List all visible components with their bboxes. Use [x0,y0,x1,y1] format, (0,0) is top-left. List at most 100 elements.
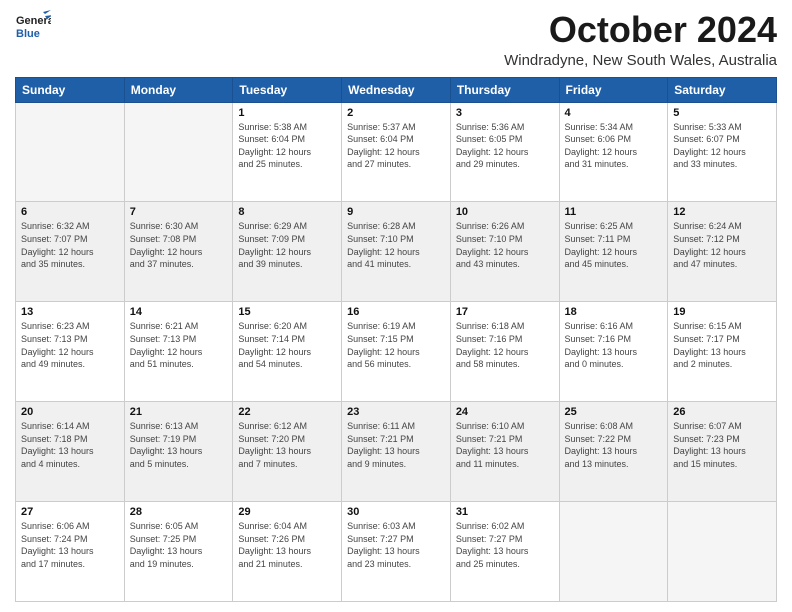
day-number: 26 [673,406,771,418]
logo: General Blue [15,10,51,46]
day-info: Sunrise: 6:20 AMSunset: 7:14 PMDaylight:… [238,320,336,370]
day-info: Sunrise: 6:29 AMSunset: 7:09 PMDaylight:… [238,220,336,270]
day-info: Sunrise: 6:18 AMSunset: 7:16 PMDaylight:… [456,320,554,370]
day-info: Sunrise: 6:06 AMSunset: 7:24 PMDaylight:… [21,520,119,570]
calendar-week-row: 27 Sunrise: 6:06 AMSunset: 7:24 PMDayligh… [16,502,777,602]
table-row: 4 Sunrise: 5:34 AMSunset: 6:06 PMDaylight… [559,102,668,202]
table-row: 21 Sunrise: 6:13 AMSunset: 7:19 PMDayligh… [124,402,233,502]
day-number: 13 [21,306,119,318]
day-info: Sunrise: 6:04 AMSunset: 7:26 PMDaylight:… [238,520,336,570]
table-row: 28 Sunrise: 6:05 AMSunset: 7:25 PMDayligh… [124,502,233,602]
day-info: Sunrise: 6:03 AMSunset: 7:27 PMDaylight:… [347,520,445,570]
location-title: Windradyne, New South Wales, Australia [504,52,777,69]
day-number: 30 [347,506,445,518]
table-row: 23 Sunrise: 6:11 AMSunset: 7:21 PMDayligh… [342,402,451,502]
table-row: 8Sunrise: 6:29 AMSunset: 7:09 PMDaylight… [233,202,342,302]
day-info: Sunrise: 6:26 AMSunset: 7:10 PMDaylight:… [456,220,554,270]
day-number: 9 [347,206,445,218]
table-row: 25 Sunrise: 6:08 AMSunset: 7:22 PMDayligh… [559,402,668,502]
day-info: Sunrise: 6:21 AMSunset: 7:13 PMDaylight:… [130,320,228,370]
table-row: 17 Sunrise: 6:18 AMSunset: 7:16 PMDayligh… [450,302,559,402]
table-row: 9 Sunrise: 6:28 AMSunset: 7:10 PMDaylight… [342,202,451,302]
day-number: 4 [565,107,663,119]
day-number: 20 [21,406,119,418]
header: General Blue October 2024 Windradyne, Ne… [15,10,777,69]
day-info: Sunrise: 6:30 AMSunset: 7:08 PMDaylight:… [130,220,228,270]
day-number: 16 [347,306,445,318]
table-row: 1 Sunrise: 5:38 AMSunset: 6:04 PMDaylight… [233,102,342,202]
day-number: 21 [130,406,228,418]
day-number: 19 [673,306,771,318]
day-number: 25 [565,406,663,418]
table-row: 19 Sunrise: 6:15 AMSunset: 7:17 PMDayligh… [668,302,777,402]
calendar-header-row: Sunday Monday Tuesday Wednesday Thursday… [16,77,777,102]
day-info: Sunrise: 5:34 AMSunset: 6:06 PMDaylight:… [565,121,663,171]
day-info: Sunrise: 6:23 AMSunset: 7:13 PMDaylight:… [21,320,119,370]
table-row: 6 Sunrise: 6:32 AMSunset: 7:07 PMDaylight… [16,202,125,302]
day-number: 5 [673,107,771,119]
page: General Blue October 2024 Windradyne, Ne… [0,0,792,612]
col-monday: Monday [124,77,233,102]
table-row: 29 Sunrise: 6:04 AMSunset: 7:26 PMDayligh… [233,502,342,602]
calendar-week-row: 1 Sunrise: 5:38 AMSunset: 6:04 PMDaylight… [16,102,777,202]
table-row: 14 Sunrise: 6:21 AMSunset: 7:13 PMDayligh… [124,302,233,402]
day-info: Sunrise: 6:11 AMSunset: 7:21 PMDaylight:… [347,420,445,470]
table-row: 27 Sunrise: 6:06 AMSunset: 7:24 PMDayligh… [16,502,125,602]
day-info: Sunrise: 6:07 AMSunset: 7:23 PMDaylight:… [673,420,771,470]
day-info: Sunrise: 6:28 AMSunset: 7:10 PMDaylight:… [347,220,445,270]
col-wednesday: Wednesday [342,77,451,102]
day-info: Sunrise: 6:13 AMSunset: 7:19 PMDaylight:… [130,420,228,470]
table-row: 10 Sunrise: 6:26 AMSunset: 7:10 PMDayligh… [450,202,559,302]
day-number: 22 [238,406,336,418]
day-number: 11 [565,206,663,218]
table-row: 15 Sunrise: 6:20 AMSunset: 7:14 PMDayligh… [233,302,342,402]
title-block: October 2024 Windradyne, New South Wales… [504,10,777,69]
day-number: 7 [130,206,228,218]
day-info: Sunrise: 6:32 AMSunset: 7:07 PMDaylight:… [21,220,119,270]
table-row: 3Sunrise: 5:36 AMSunset: 6:05 PMDaylight… [450,102,559,202]
table-row [668,502,777,602]
day-number: 17 [456,306,554,318]
day-number: 14 [130,306,228,318]
day-number: 28 [130,506,228,518]
table-row: 5 Sunrise: 5:33 AMSunset: 6:07 PMDaylight… [668,102,777,202]
day-number: 27 [21,506,119,518]
table-row: 7 Sunrise: 6:30 AMSunset: 7:08 PMDaylight… [124,202,233,302]
table-row [559,502,668,602]
table-row [16,102,125,202]
day-info: Sunrise: 5:37 AMSunset: 6:04 PMDaylight:… [347,121,445,171]
calendar-week-row: 6 Sunrise: 6:32 AMSunset: 7:07 PMDaylight… [16,202,777,302]
day-info: Sunrise: 6:14 AMSunset: 7:18 PMDaylight:… [21,420,119,470]
table-row: 20 Sunrise: 6:14 AMSunset: 7:18 PMDayligh… [16,402,125,502]
day-info: Sunrise: 6:08 AMSunset: 7:22 PMDaylight:… [565,420,663,470]
day-info: Sunrise: 6:10 AMSunset: 7:21 PMDaylight:… [456,420,554,470]
day-number: 23 [347,406,445,418]
calendar-week-row: 13 Sunrise: 6:23 AMSunset: 7:13 PMDayligh… [16,302,777,402]
day-number: 6 [21,206,119,218]
day-info: Sunrise: 6:05 AMSunset: 7:25 PMDaylight:… [130,520,228,570]
col-tuesday: Tuesday [233,77,342,102]
day-number: 15 [238,306,336,318]
table-row: 16Sunrise: 6:19 AMSunset: 7:15 PMDayligh… [342,302,451,402]
day-info: Sunrise: 5:33 AMSunset: 6:07 PMDaylight:… [673,121,771,171]
calendar-week-row: 20 Sunrise: 6:14 AMSunset: 7:18 PMDayligh… [16,402,777,502]
table-row: 18 Sunrise: 6:16 AMSunset: 7:16 PMDayligh… [559,302,668,402]
day-number: 10 [456,206,554,218]
day-info: Sunrise: 5:38 AMSunset: 6:04 PMDaylight:… [238,121,336,171]
day-number: 29 [238,506,336,518]
day-info: Sunrise: 6:12 AMSunset: 7:20 PMDaylight:… [238,420,336,470]
table-row: 31Sunrise: 6:02 AMSunset: 7:27 PMDayligh… [450,502,559,602]
day-number: 18 [565,306,663,318]
table-row: 11 Sunrise: 6:25 AMSunset: 7:11 PMDayligh… [559,202,668,302]
calendar-table: Sunday Monday Tuesday Wednesday Thursday… [15,77,777,602]
table-row: 2Sunrise: 5:37 AMSunset: 6:04 PMDaylight… [342,102,451,202]
col-thursday: Thursday [450,77,559,102]
day-info: Sunrise: 5:36 AMSunset: 6:05 PMDaylight:… [456,121,554,171]
col-saturday: Saturday [668,77,777,102]
day-info: Sunrise: 6:15 AMSunset: 7:17 PMDaylight:… [673,320,771,370]
day-info: Sunrise: 6:16 AMSunset: 7:16 PMDaylight:… [565,320,663,370]
day-info: Sunrise: 6:25 AMSunset: 7:11 PMDaylight:… [565,220,663,270]
day-number: 31 [456,506,554,518]
day-number: 1 [238,107,336,119]
day-info: Sunrise: 6:24 AMSunset: 7:12 PMDaylight:… [673,220,771,270]
